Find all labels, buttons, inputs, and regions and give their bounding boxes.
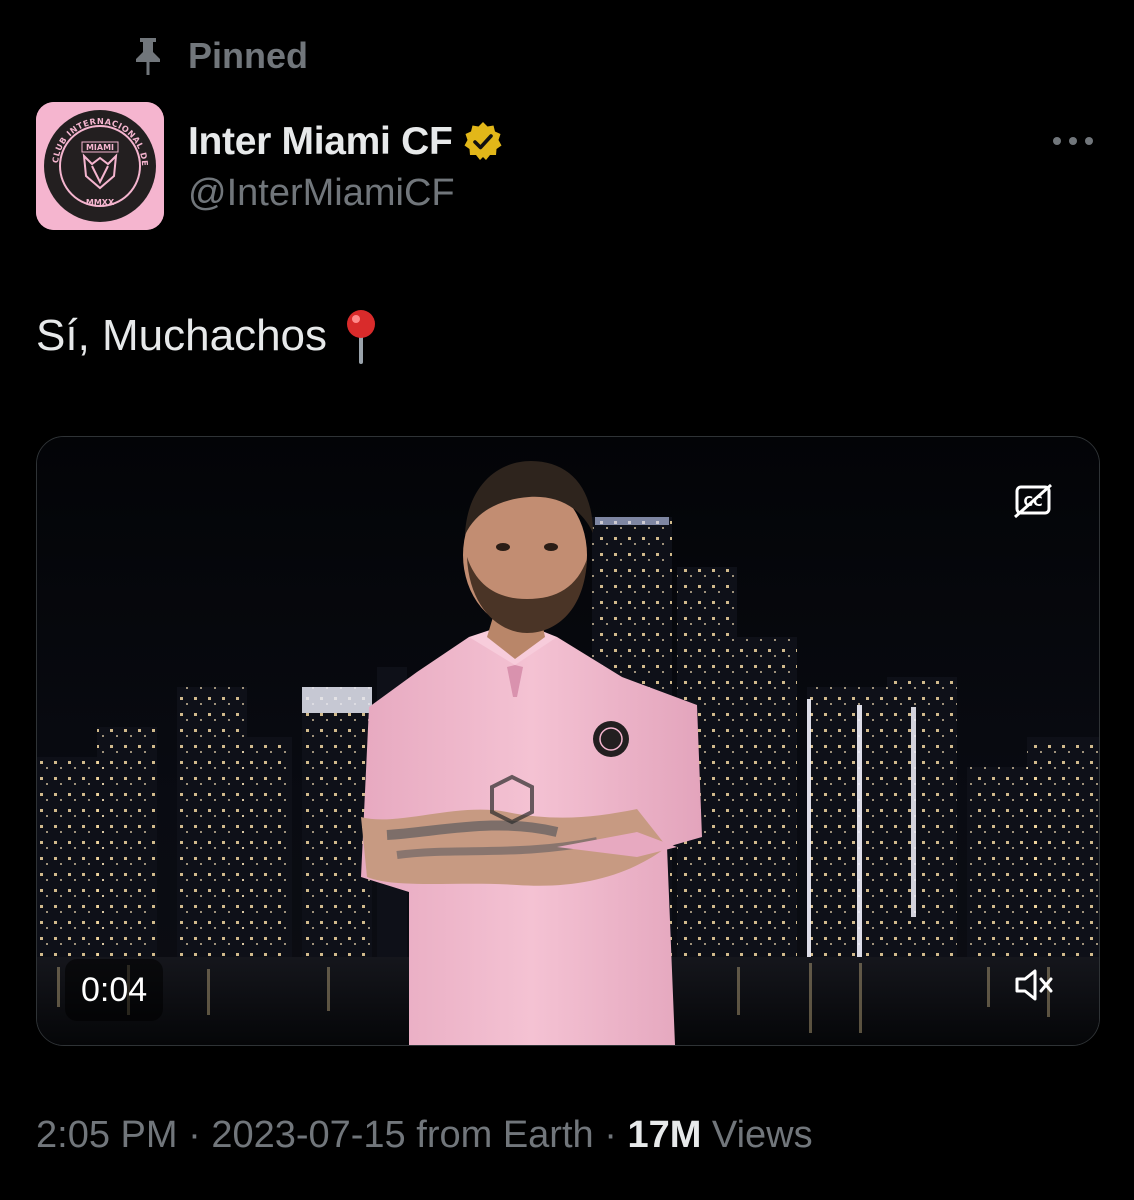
tweet-time[interactable]: 2:05 PM [36,1114,178,1156]
views-label: Views [711,1114,813,1156]
pin-icon [130,36,166,76]
verified-badge-icon[interactable] [461,120,505,164]
muted-speaker-icon [1015,969,1053,1001]
more-horizontal-icon [1053,137,1093,145]
round-pushpin-icon [347,310,376,364]
pinned-label: Pinned [188,35,309,76]
svg-text:MMXX: MMXX [86,198,115,207]
views-count[interactable]: 17M [627,1114,701,1156]
closed-captions-off-icon: CC [1014,483,1052,519]
avatar[interactable]: CLUB INTERNACIONAL DE FÚTBOL MIAMI MMXX [36,102,164,230]
pinned-indicator: Pinned [130,34,308,78]
author-identity: Inter Miami CF @InterMiamiCF [188,118,505,215]
tweet-text-body: Sí, Muchachos [36,311,328,360]
mute-toggle-button[interactable] [1013,965,1057,1005]
closed-captions-button[interactable]: CC [1011,481,1055,521]
svg-text:MIAMI: MIAMI [86,143,114,152]
inter-miami-crest-icon: CLUB INTERNACIONAL DE FÚTBOL MIAMI MMXX [36,102,164,230]
more-options-button[interactable] [1050,124,1096,158]
video-player[interactable]: CC 0:04 [36,436,1100,1046]
tweet-date[interactable]: 2023-07-15 [211,1114,405,1156]
tweet-source: from Earth [416,1114,594,1156]
author-display-name[interactable]: Inter Miami CF [188,120,453,164]
video-duration-badge: 0:04 [65,959,164,1021]
video-frame [37,437,1099,1045]
meta-separator: · [604,1114,617,1156]
author-handle[interactable]: @InterMiamiCF [188,172,505,215]
tweet-meta: 2:05 PM · 2023-07-15 from Earth · 17M Vi… [36,1114,813,1157]
meta-separator: · [188,1114,201,1156]
tweet-text: Sí, Muchachos [36,308,381,364]
